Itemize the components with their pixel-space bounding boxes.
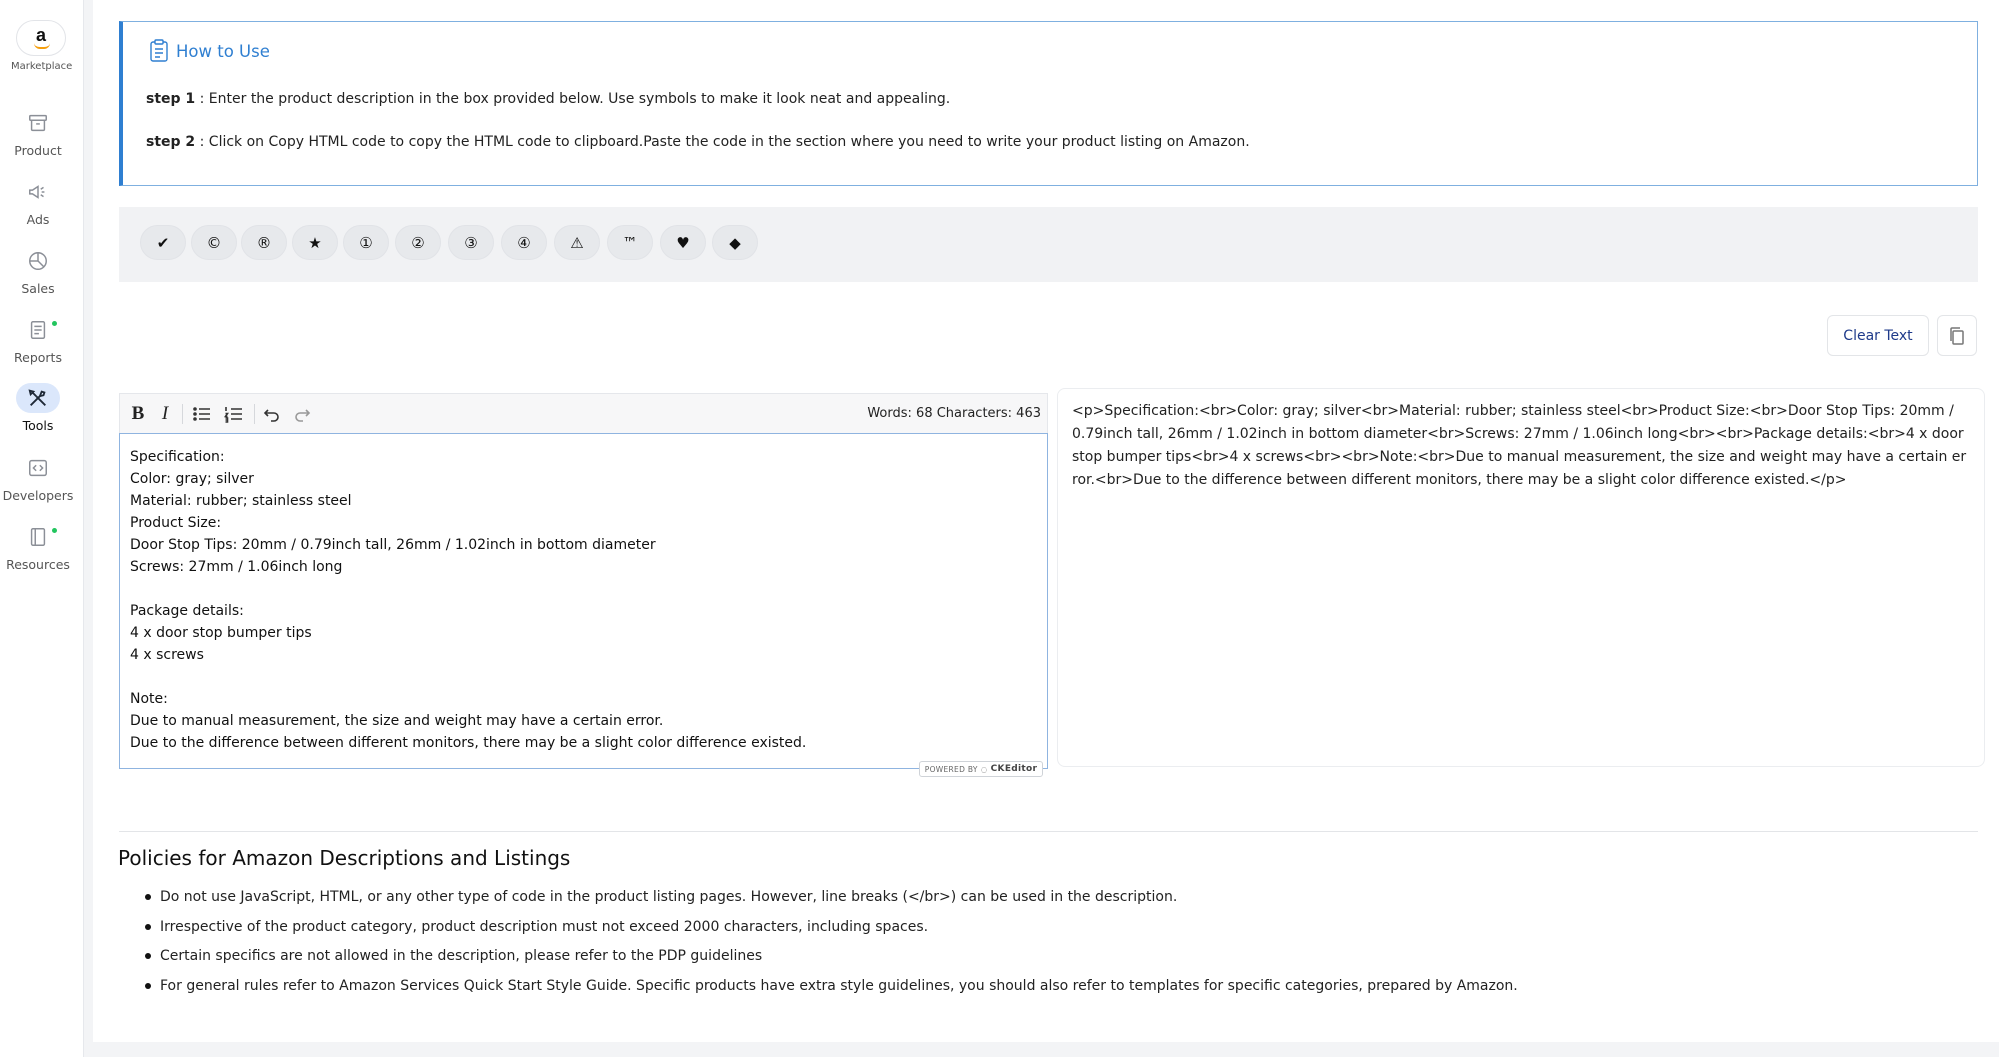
step-2-label: step 2 [146,134,196,150]
numbered-list-icon [224,407,242,423]
step-2: step 2 : Click on Copy HTML code to copy… [146,134,1250,150]
symbol-star-button[interactable]: ★ [292,225,338,260]
archive-box-icon [16,108,60,138]
symbol-circled-3-button[interactable]: ③ [448,225,494,260]
editor-line: Product Size: [130,515,222,531]
editor-line: Due to manual measurement, the size and … [130,713,664,729]
italic-button[interactable]: I [156,402,174,426]
document-report-icon [16,315,60,345]
instructions-icon [150,39,168,62]
redo-icon [295,409,311,422]
sidebar-item-reports[interactable]: Reports [0,315,76,365]
badge-brand: CKEditor [990,764,1038,774]
sidebar-item-tools[interactable]: Tools [0,383,76,433]
editor-line: 4 x screws [130,647,204,663]
list-item: Certain specifics are not allowed in the… [145,945,1518,975]
ckeditor-logo-icon: ◌ [980,764,988,774]
logo-label: Marketplace [11,61,73,72]
copy-icon [1950,326,1964,345]
step-2-text: : Click on Copy HTML code to copy the HT… [195,134,1250,150]
symbols-toolbar: ✔ © ® ★ ① ② ③ ④ ⚠ ™ ♥ ◆ [119,207,1978,282]
symbol-circled-1-button[interactable]: ① [343,225,389,260]
clear-text-button[interactable]: Clear Text [1827,315,1929,356]
numbered-list-button[interactable] [222,402,246,426]
symbol-trademark-button[interactable]: ™ [607,225,653,260]
html-output-panel[interactable]: <p>Specification:<br>Color: gray; silver… [1057,388,1985,767]
symbol-copyright-button[interactable]: © [191,225,237,260]
logo-letter: a [35,25,46,45]
book-icon [16,522,60,552]
code-icon [16,453,60,483]
sidebar-item-sales[interactable]: Sales [0,246,76,296]
tools-icon [16,383,60,413]
symbol-heart-button[interactable]: ♥ [660,225,706,260]
sidebar-item-label: Ads [26,212,50,227]
editor-line: Screws: 27mm / 1.06inch long [130,559,343,575]
undo-button[interactable] [261,402,283,426]
how-to-use-panel: How to Use step 1 : Enter the product de… [119,21,1978,186]
symbol-circled-4-button[interactable]: ④ [501,225,547,260]
sidebar-item-resources[interactable]: Resources [0,522,76,572]
ckeditor-badge[interactable]: POWERED BY ◌ CKEditor [919,761,1043,777]
megaphone-icon [16,177,60,207]
section-divider [119,831,1978,832]
description-editor[interactable]: Specification: Color: gray; silver Mater… [119,433,1048,769]
sidebar-item-label: Tools [22,418,54,433]
bulleted-list-icon [193,407,210,421]
editor-line: Specification: [130,449,225,465]
step-1-text: : Enter the product description in the b… [195,91,951,107]
symbol-registered-button[interactable]: ® [241,225,287,260]
bold-button[interactable]: B [127,402,149,426]
list-item: For general rules refer to Amazon Servic… [145,975,1518,1005]
sidebar-item-label: Product [14,143,62,158]
policies-list: Do not use JavaScript, HTML, or any othe… [145,886,1518,1004]
symbol-checkmark-button[interactable]: ✔ [140,225,186,260]
amazon-logo-icon: a [16,20,66,56]
sidebar-item-label: Resources [6,557,70,572]
editor-line: Package details: [130,603,244,619]
symbol-warning-button[interactable]: ⚠ [554,225,600,260]
sidebar-item-label: Reports [14,350,62,365]
editor-line: Material: rubber; stainless steel [130,493,352,509]
list-item: Irrespective of the product category, pr… [145,916,1518,946]
editor-line: Color: gray; silver [130,471,254,487]
step-1-label: step 1 [146,91,196,107]
editor-line: Due to the difference between different … [130,735,807,751]
sidebar-item-label: Developers [2,488,74,503]
editor-line: Door Stop Tips: 20mm / 0.79inch tall, 26… [130,537,656,553]
pie-chart-icon [16,246,60,276]
how-to-use-title: How to Use [148,39,270,63]
sidebar-item-product[interactable]: Product [0,108,76,158]
sidebar-item-label: Sales [21,281,55,296]
list-item: Do not use JavaScript, HTML, or any othe… [145,886,1518,916]
marketplace-logo[interactable]: a Marketplace [11,20,73,72]
bulleted-list-button[interactable] [190,402,214,426]
word-character-counter: Words: 68 Characters: 463 [867,406,1041,421]
sidebar: a Marketplace Product Ads Sales Reports [0,0,84,1057]
status-dot [52,528,57,533]
undo-icon [263,409,279,422]
editor-line: Note: [130,691,168,707]
copy-html-button[interactable] [1937,315,1977,356]
how-to-use-title-text: How to Use [176,41,270,61]
symbol-diamond-button[interactable]: ◆ [712,225,758,260]
sidebar-item-developers[interactable]: Developers [0,453,76,503]
symbol-circled-2-button[interactable]: ② [395,225,441,260]
step-1: step 1 : Enter the product description i… [146,91,950,107]
editor-line: 4 x door stop bumper tips [130,625,312,641]
editor-toolbar: B I Words: 68 Characters: 463 [119,393,1048,434]
status-dot [52,321,57,326]
badge-prefix: POWERED BY [924,764,978,774]
sidebar-item-ads[interactable]: Ads [0,177,76,227]
redo-button[interactable] [291,402,313,426]
policies-title: Policies for Amazon Descriptions and Lis… [118,846,571,870]
